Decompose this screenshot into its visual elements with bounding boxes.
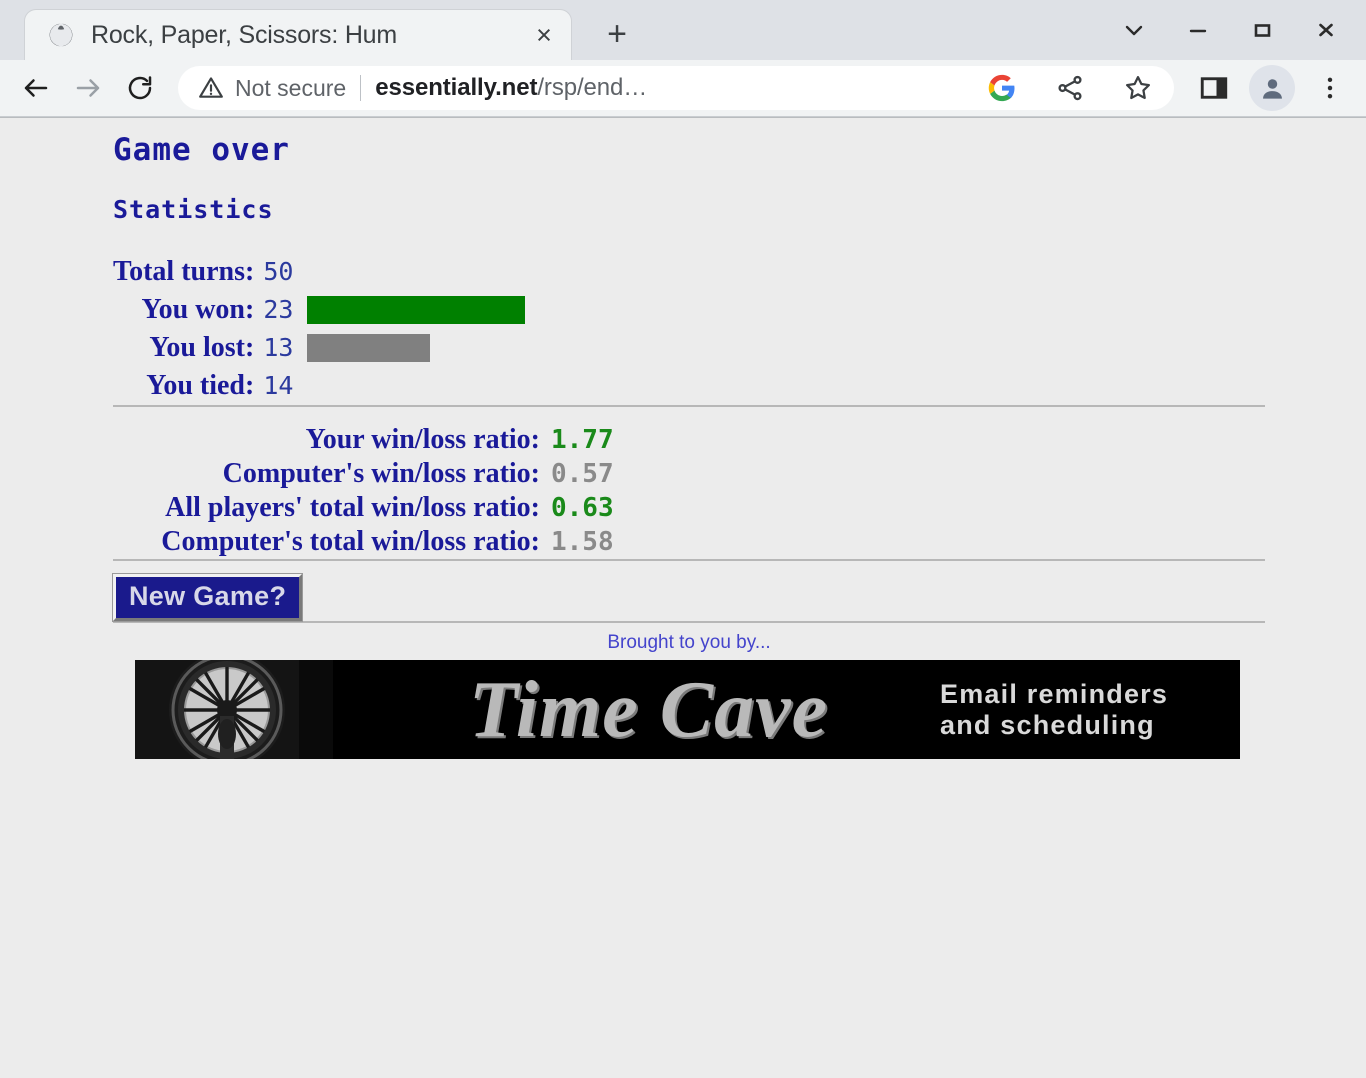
browser-tab[interactable]: Rock, Paper, Scissors: Hum × [24,9,572,60]
banner-tagline: Email reminders and scheduling [940,660,1240,759]
url-text: essentially.net/rsp/end… [375,74,647,102]
banner-tagline-line2: and scheduling [940,709,1155,740]
window-controls [1102,6,1358,54]
share-icon[interactable] [1050,68,1090,108]
banner-brand: Time Cave [333,660,940,759]
minimize-icon[interactable] [1166,6,1230,54]
stat-label-you-lost: You lost: [149,332,255,363]
side-panel-icon[interactable] [1188,62,1240,114]
banner-tagline-line1: Email reminders [940,679,1169,710]
stat-label-total-turns: Total turns: [113,256,255,287]
stat-bar-cell-total-turns [293,253,524,291]
stat-bar-cell-you-lost [293,329,524,367]
url-host: essentially.net [375,74,538,101]
divider-2 [113,559,1265,561]
forward-arrow-icon[interactable] [62,62,114,114]
ratio-label-all-players: All players' total win/loss ratio: [165,492,540,523]
ratio-value-computer: 0.57 [551,459,614,489]
table-row: You lost: 13 [0,329,525,367]
profile-avatar-icon[interactable] [1246,62,1298,114]
ratio-value-computer-total: 1.58 [551,527,614,557]
globe-icon [47,21,75,49]
url-path: /rsp/end… [537,74,648,101]
ad-caption: Brought to you by... [607,632,771,654]
chevron-down-icon[interactable] [1102,6,1166,54]
omnibox-divider [360,75,362,101]
close-icon[interactable] [1294,6,1358,54]
three-dot-menu-icon[interactable] [1304,62,1356,114]
ratio-row-all-players: All players' total win/loss ratio: 0.63 [0,491,1366,525]
stat-label-you-won: You won: [141,294,255,325]
divider-3 [113,621,1265,624]
close-icon[interactable]: × [527,18,561,52]
stat-bar-cell-you-won [293,291,525,329]
ratio-row-computer: Computer's win/loss ratio: 0.57 [0,457,1366,491]
new-game-section: New Game? [0,572,1366,623]
ratios-section: Your win/loss ratio: 1.77 Computer's win… [0,423,1366,559]
win-bar [307,296,525,324]
ratio-row-your: Your win/loss ratio: 1.77 [0,423,1366,457]
browser-window: Rock, Paper, Scissors: Hum × + Not secur… [0,0,1366,1078]
page-content: Game over Statistics Total turns: 50 You… [0,118,1366,760]
statistics-heading: Statistics [113,195,274,224]
back-arrow-icon[interactable] [10,62,62,114]
warning-triangle-icon [198,75,224,101]
advertisement-section: Brought to you by... Time Cave Email rem… [0,632,1366,760]
star-icon[interactable] [1118,68,1158,108]
statistics-table: Total turns: 50 You won: 23 You lost: 13… [0,253,525,405]
stat-value-total-turns: 50 [263,257,294,286]
maximize-icon[interactable] [1230,6,1294,54]
browser-toolbar: Not secure essentially.net/rsp/end… [0,60,1366,117]
ratio-row-computer-total: Computer's total win/loss ratio: 1.58 [0,525,1366,559]
new-game-button[interactable]: New Game? [111,572,304,623]
banner-brand-text: Time Cave [468,665,829,754]
clock-tower-photo-icon [135,660,333,760]
stat-value-you-won: 23 [263,295,294,324]
new-tab-button[interactable]: + [594,11,640,57]
tab-strip: Rock, Paper, Scissors: Hum × + [0,0,1366,60]
reload-icon[interactable] [114,62,166,114]
security-status-label: Not secure [235,74,347,101]
ratio-label-computer-total: Computer's total win/loss ratio: [161,526,540,557]
stat-label-you-tied: You tied: [146,370,255,401]
stat-value-you-tied: 14 [263,371,294,400]
stat-bar-cell-you-tied [293,367,524,405]
table-row: Total turns: 50 [0,253,525,291]
page-title: Game over [113,132,290,168]
tab-title: Rock, Paper, Scissors: Hum [91,20,398,49]
toolbar-tail [1182,62,1356,114]
stat-value-you-lost: 13 [263,333,294,362]
timecave-banner-ad[interactable]: Time Cave Email reminders and scheduling [135,660,1240,760]
google-g-icon[interactable] [982,68,1022,108]
table-row: You won: 23 [0,291,525,329]
ratio-label-computer: Computer's win/loss ratio: [222,458,540,489]
ratio-label-your: Your win/loss ratio: [305,424,540,455]
ratio-value-all-players: 0.63 [551,493,614,523]
avatar [1249,65,1295,111]
table-row: You tied: 14 [0,367,525,405]
divider-1 [113,405,1265,407]
ratio-value-your: 1.77 [551,425,614,455]
address-bar[interactable]: Not secure essentially.net/rsp/end… [178,66,1174,110]
omnibox-actions [962,68,1158,108]
page-viewport: Game over Statistics Total turns: 50 You… [0,117,1366,1078]
loss-bar [307,334,431,362]
